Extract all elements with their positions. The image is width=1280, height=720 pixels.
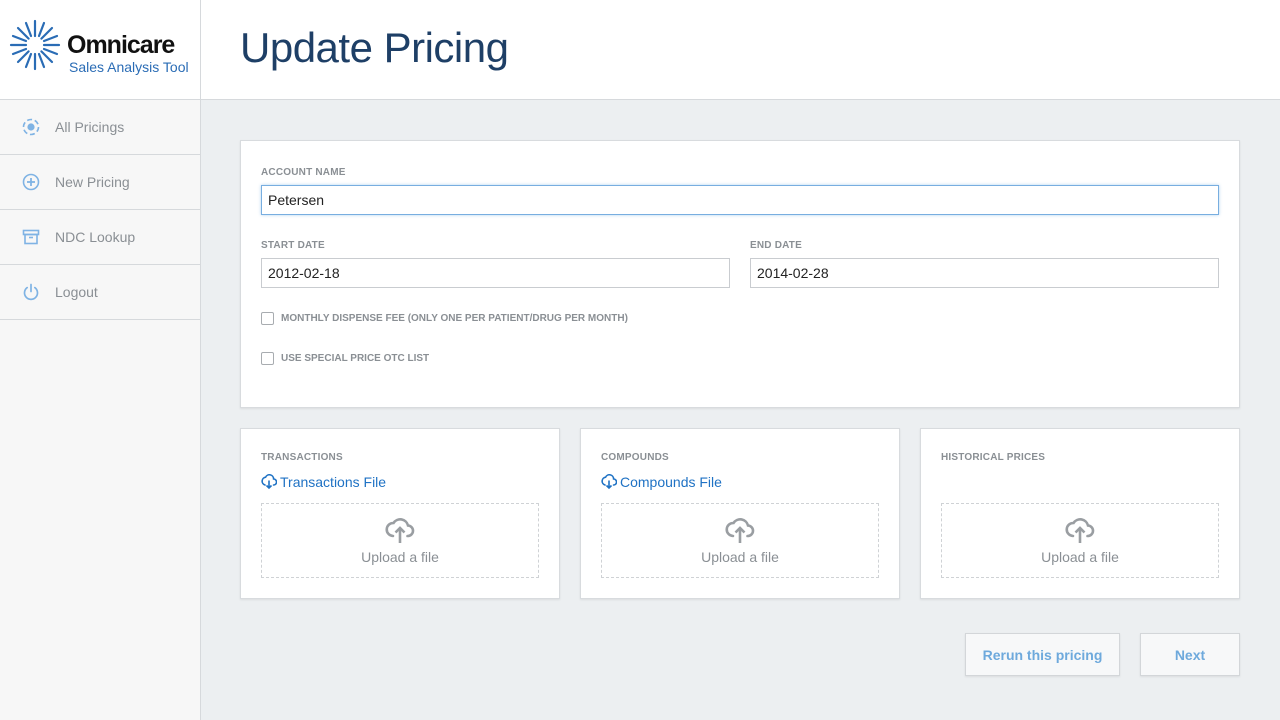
compounds-upload-dropzone[interactable]: Upload a file xyxy=(601,503,879,578)
target-icon xyxy=(22,118,40,136)
upload-file-label: Upload a file xyxy=(701,549,779,565)
monthly-dispense-fee-option: MONTHLY DISPENSE FEE (ONLY ONE PER PATIE… xyxy=(261,312,628,325)
start-date-label: START DATE xyxy=(261,240,325,251)
cloud-download-icon xyxy=(261,474,277,490)
sidebar-item-label: Logout xyxy=(55,284,98,300)
cloud-download-icon xyxy=(601,474,617,490)
end-date-label: END DATE xyxy=(750,240,802,251)
historical-prices-upload-dropzone[interactable]: Upload a file xyxy=(941,503,1219,578)
upload-file-label: Upload a file xyxy=(361,549,439,565)
sidebar-item-all-pricings[interactable]: All Pricings xyxy=(0,100,200,155)
cloud-upload-icon xyxy=(1065,518,1095,543)
compounds-title: COMPOUNDS xyxy=(601,452,669,463)
power-icon xyxy=(22,283,40,301)
sidebar-item-new-pricing[interactable]: New Pricing xyxy=(0,155,200,210)
cloud-upload-icon xyxy=(725,518,755,543)
transactions-file-link[interactable]: Transactions File xyxy=(261,474,386,490)
historical-prices-title: HISTORICAL PRICES xyxy=(941,452,1046,463)
sidebar-item-ndc-lookup[interactable]: NDC Lookup xyxy=(0,210,200,265)
compounds-file-link[interactable]: Compounds File xyxy=(601,474,722,490)
transactions-card: TRANSACTIONS Transactions File Upload a … xyxy=(240,428,560,599)
rerun-pricing-button[interactable]: Rerun this pricing xyxy=(965,633,1120,676)
account-name-label: ACCOUNT NAME xyxy=(261,167,346,178)
omnicare-sun-logo-icon xyxy=(9,19,61,71)
sidebar-item-label: All Pricings xyxy=(55,119,125,135)
monthly-dispense-fee-checkbox[interactable] xyxy=(261,312,274,325)
next-button[interactable]: Next xyxy=(1140,633,1240,676)
account-name-input[interactable] xyxy=(261,185,1219,215)
plus-circle-icon xyxy=(22,173,40,191)
compounds-card: COMPOUNDS Compounds File Upload a file xyxy=(580,428,900,599)
app-logo: Omnicare Sales Analysis Tool xyxy=(0,0,200,100)
brand-subtitle: Sales Analysis Tool xyxy=(69,59,189,75)
page-title: Update Pricing xyxy=(240,24,509,71)
transactions-title: TRANSACTIONS xyxy=(261,452,343,463)
end-date-input[interactable] xyxy=(750,258,1219,288)
sidebar-item-logout[interactable]: Logout xyxy=(0,265,200,320)
cloud-upload-icon xyxy=(385,518,415,543)
sidebar-item-label: New Pricing xyxy=(55,174,130,190)
start-date-input[interactable] xyxy=(261,258,730,288)
sidebar-item-label: NDC Lookup xyxy=(55,229,136,245)
page-header: Update Pricing xyxy=(201,0,1280,100)
transactions-upload-dropzone[interactable]: Upload a file xyxy=(261,503,539,578)
special-price-otc-option: USE SPECIAL PRICE OTC LIST xyxy=(261,352,429,365)
historical-prices-card: HISTORICAL PRICES Upload a file xyxy=(920,428,1240,599)
pricing-form-card: ACCOUNT NAME START DATE END DATE MONTHLY… xyxy=(240,140,1240,408)
special-price-otc-checkbox[interactable] xyxy=(261,352,274,365)
transactions-file-label: Transactions File xyxy=(280,474,387,490)
special-price-otc-label: USE SPECIAL PRICE OTC LIST xyxy=(281,353,430,364)
compounds-file-label: Compounds File xyxy=(620,474,722,490)
monthly-dispense-fee-label: MONTHLY DISPENSE FEE (ONLY ONE PER PATIE… xyxy=(281,313,628,324)
upload-file-label: Upload a file xyxy=(1041,549,1119,565)
archive-box-icon xyxy=(22,228,40,246)
brand-name: Omnicare xyxy=(67,31,175,59)
sidebar: Omnicare Sales Analysis Tool All Pricing… xyxy=(0,0,201,720)
